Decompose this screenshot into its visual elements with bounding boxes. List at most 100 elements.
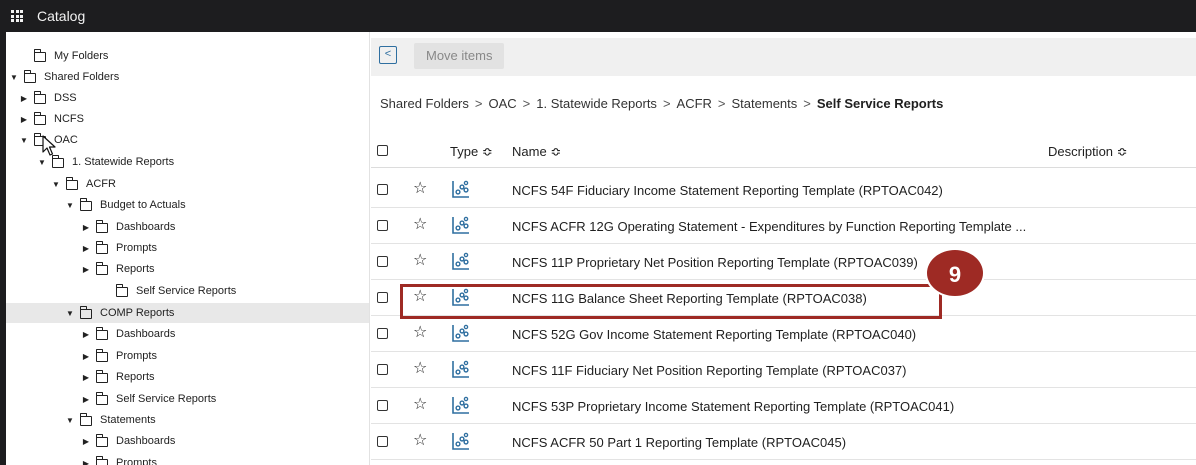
- tree-item[interactable]: ▼ Shared Folders: [10, 67, 119, 87]
- caret-right-icon[interactable]: ▶: [82, 265, 90, 274]
- caret-right-icon[interactable]: ▶: [82, 437, 90, 446]
- description-column-header[interactable]: Description ≎: [1048, 144, 1128, 160]
- data-visualization-icon: [452, 216, 469, 234]
- tree-item-label: Dashboards: [116, 221, 176, 233]
- row-checkbox[interactable]: [377, 364, 388, 375]
- name-column-header[interactable]: Name ≎: [512, 144, 561, 160]
- caret-right-icon[interactable]: ▶: [82, 244, 90, 253]
- caret-down-icon[interactable]: ▼: [66, 201, 74, 210]
- folder-icon: [95, 241, 108, 254]
- favorite-star-icon[interactable]: ☆: [413, 252, 427, 270]
- tree-item[interactable]: ▶ DSS: [20, 88, 77, 108]
- caret-right-icon[interactable]: ▶: [82, 330, 90, 339]
- row-checkbox[interactable]: [377, 436, 388, 447]
- breadcrumb-separator-icon: >: [474, 96, 483, 111]
- sort-icon: ≎: [481, 144, 493, 159]
- move-items-button[interactable]: Move items: [414, 43, 505, 69]
- folder-icon: [95, 456, 108, 465]
- tree-item[interactable]: ▼ COMP Reports: [6, 303, 369, 323]
- caret-down-icon[interactable]: ▼: [66, 416, 74, 425]
- tree-item-label: Budget to Actuals: [100, 199, 186, 211]
- report-name[interactable]: NCFS 54F Fiduciary Income Statement Repo…: [512, 183, 943, 198]
- breadcrumb-link[interactable]: OAC: [488, 96, 516, 111]
- main-panel: < Move items Shared Folders > OAC >1. State…: [371, 32, 1196, 465]
- table-row[interactable]: ☆ NCFS ACFR 12G Operating Statement - Exp…: [371, 208, 1196, 244]
- tree-item[interactable]: ▼ ACFR: [52, 174, 116, 194]
- tree-item[interactable]: Self Service Reports: [102, 281, 236, 301]
- tree-item[interactable]: ▶ Dashboards: [82, 217, 175, 237]
- data-visualization-icon: [452, 324, 469, 342]
- tree-item[interactable]: ▼ 1. Statewide Reports: [38, 152, 174, 172]
- row-checkbox[interactable]: [377, 184, 388, 195]
- favorite-star-icon[interactable]: ☆: [413, 216, 427, 234]
- table-row[interactable]: ☆ NCFS 11P Proprietary Net Position Repor…: [371, 244, 1196, 280]
- tree-item[interactable]: ▶ Dashboards: [82, 324, 175, 344]
- sort-icon: ≎: [1116, 144, 1128, 159]
- breadcrumb-link[interactable]: Shared Folders: [380, 96, 469, 111]
- breadcrumb-link[interactable]: 1. Statewide Reports: [536, 96, 657, 111]
- select-all-checkbox[interactable]: [377, 145, 388, 156]
- report-name[interactable]: NCFS 11P Proprietary Net Position Report…: [512, 255, 918, 270]
- tree-item[interactable]: My Folders: [20, 46, 108, 66]
- caret-right-icon[interactable]: ▶: [82, 395, 90, 404]
- breadcrumb-link[interactable]: Statements: [732, 96, 798, 111]
- tree-item[interactable]: ▶ Self Service Reports: [82, 389, 216, 409]
- report-name[interactable]: NCFS ACFR 12G Operating Statement - Expe…: [512, 219, 1026, 234]
- table-row[interactable]: ☆ NCFS 54F Fiduciary Income Statement Rep…: [371, 172, 1196, 208]
- caret-right-icon[interactable]: ▶: [82, 459, 90, 465]
- caret-down-icon[interactable]: ▼: [52, 180, 60, 189]
- tree-item[interactable]: ▶ NCFS: [20, 109, 84, 129]
- app-grid-icon[interactable]: [11, 10, 23, 22]
- tree-item[interactable]: ▶ Prompts: [82, 346, 157, 366]
- row-checkbox[interactable]: [377, 220, 388, 231]
- step-badge: 9: [925, 248, 985, 298]
- breadcrumb-link[interactable]: ACFR: [677, 96, 712, 111]
- row-checkbox[interactable]: [377, 400, 388, 411]
- favorite-star-icon[interactable]: ☆: [413, 396, 427, 414]
- caret-right-icon[interactable]: ▶: [82, 223, 90, 232]
- tree-item[interactable]: ▶ Dashboards: [82, 431, 175, 451]
- tree-item-label: Reports: [116, 371, 155, 383]
- sort-icon: ≎: [550, 144, 562, 159]
- report-name[interactable]: NCFS 11F Fiduciary Net Position Reportin…: [512, 363, 907, 378]
- mouse-cursor-icon: [42, 135, 56, 156]
- table-row[interactable]: ☆ NCFS 52G Gov Income Statement Reporting…: [371, 316, 1196, 352]
- row-checkbox[interactable]: [377, 328, 388, 339]
- caret-down-icon[interactable]: ▼: [10, 73, 18, 82]
- caret-right-icon[interactable]: ▶: [20, 115, 28, 124]
- collapse-panel-button[interactable]: <: [379, 46, 397, 64]
- table-row[interactable]: ☆ NCFS 11F Fiduciary Net Position Reporti…: [371, 352, 1196, 388]
- tree-item-label: Reports: [116, 263, 155, 275]
- tree-item[interactable]: ▼ Statements: [66, 410, 156, 430]
- tree-item[interactable]: ▶ Reports: [82, 367, 155, 387]
- favorite-star-icon[interactable]: ☆: [413, 432, 427, 450]
- tree-item[interactable]: ▶ Prompts: [82, 453, 157, 465]
- row-checkbox[interactable]: [377, 292, 388, 303]
- folder-icon: [33, 112, 46, 125]
- folder-icon: [95, 392, 108, 405]
- tree-item[interactable]: ▼ Budget to Actuals: [66, 195, 186, 215]
- caret-right-icon[interactable]: ▶: [82, 373, 90, 382]
- caret-down-icon[interactable]: ▼: [38, 158, 46, 167]
- folder-icon: [79, 306, 92, 319]
- breadcrumb-separator-icon: >: [803, 96, 811, 111]
- caret-right-icon[interactable]: ▶: [20, 94, 28, 103]
- caret-down-icon[interactable]: ▼: [20, 136, 28, 145]
- favorite-star-icon[interactable]: ☆: [413, 180, 427, 198]
- report-name[interactable]: NCFS ACFR 50 Part 1 Reporting Template (…: [512, 435, 846, 450]
- report-name[interactable]: NCFS 53P Proprietary Income Statement Re…: [512, 399, 954, 414]
- caret-down-icon[interactable]: ▼: [66, 309, 74, 318]
- tree-item[interactable]: ▶ Prompts: [82, 238, 157, 258]
- type-column-header[interactable]: Type ≎: [450, 144, 493, 160]
- tree-item[interactable]: ▶ Reports: [82, 259, 155, 279]
- table-row[interactable]: ☆ NCFS 53P Proprietary Income Statement R…: [371, 388, 1196, 424]
- caret-right-icon[interactable]: ▶: [82, 352, 90, 361]
- tree-item-label: ACFR: [86, 178, 116, 190]
- table-row[interactable]: ☆ NCFS ACFR 50 Part 1 Reporting Template …: [371, 424, 1196, 460]
- row-checkbox[interactable]: [377, 256, 388, 267]
- report-name[interactable]: NCFS 52G Gov Income Statement Reporting …: [512, 327, 916, 342]
- favorite-star-icon[interactable]: ☆: [413, 324, 427, 342]
- favorite-star-icon[interactable]: ☆: [413, 360, 427, 378]
- breadcrumb-separator-icon: >: [662, 96, 671, 111]
- folder-icon: [23, 70, 36, 83]
